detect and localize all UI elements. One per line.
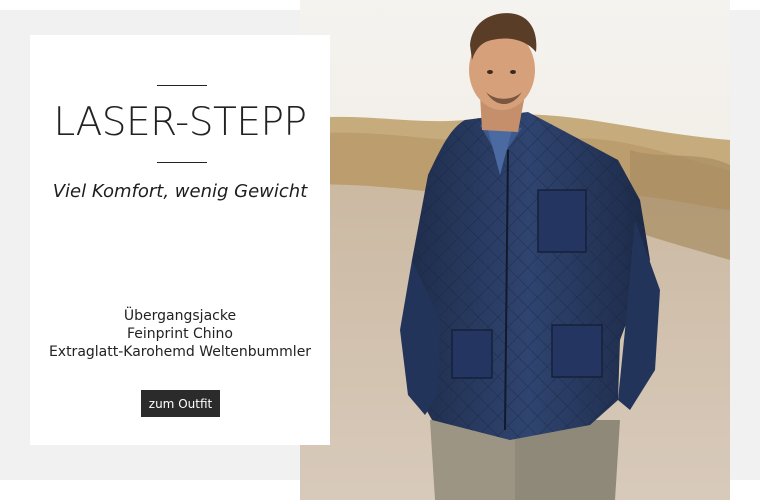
hero-photo-illustration [300, 0, 730, 500]
headline: LASER-STEPP [53, 100, 307, 145]
product-link-uebergangsjacke[interactable]: Übergangsjacke [30, 307, 330, 325]
subline: Viel Komfort, wenig Gewicht [52, 181, 308, 202]
product-link-karohemd[interactable]: Extraglatt-Karohemd Weltenbummler [30, 343, 330, 361]
outfit-button[interactable]: zum Outfit [141, 390, 220, 417]
product-list: Übergangsjacke Feinprint Chino Extraglat… [30, 307, 330, 361]
divider-bottom [157, 162, 207, 163]
product-link-feinprint-chino[interactable]: Feinprint Chino [30, 325, 330, 343]
hero-photo[interactable] [300, 0, 730, 500]
divider-top [157, 85, 207, 86]
teaser-card: LASER-STEPP Viel Komfort, wenig Gewicht … [30, 35, 330, 445]
